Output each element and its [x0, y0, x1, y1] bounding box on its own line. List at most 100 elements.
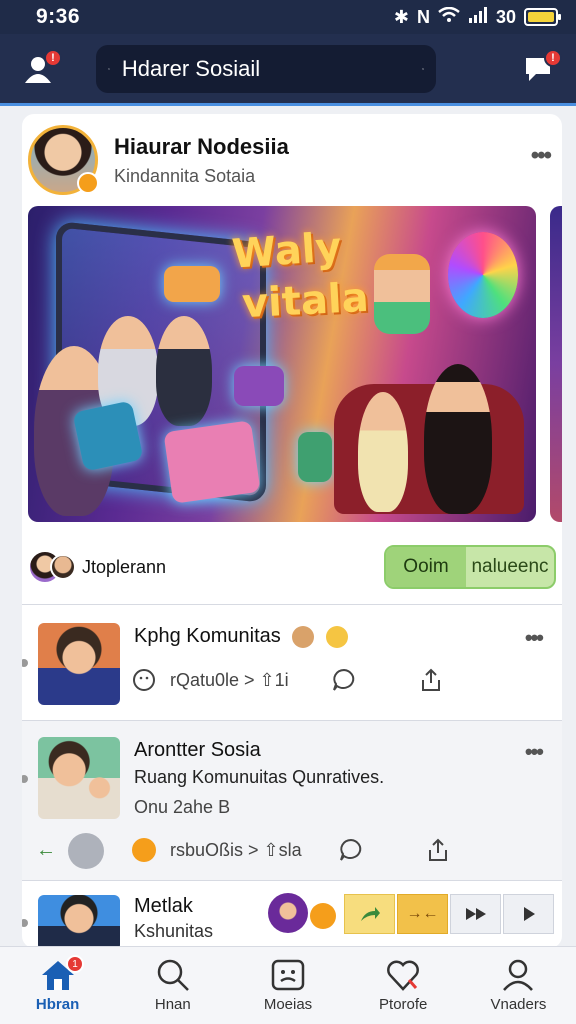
- chat-badge: !: [544, 48, 562, 67]
- item-subtitle: Ruang Komunuitas Qunratives.: [134, 767, 385, 787]
- play-button[interactable]: [503, 894, 554, 934]
- more-options-icon[interactable]: •••: [531, 142, 552, 170]
- network-label: 30: [495, 6, 516, 27]
- search-icon: [108, 67, 110, 70]
- author-avatar[interactable]: [28, 125, 99, 195]
- battery-icon: [524, 8, 561, 26]
- smiley-emoji-icon: [325, 625, 348, 648]
- list-bullet: [22, 919, 28, 927]
- hero-person: [358, 392, 408, 512]
- media-controls: →←: [344, 894, 554, 934]
- author-name[interactable]: Hiaurar Nodesiia: [114, 134, 289, 160]
- hero-title-line2: vitala: [240, 274, 370, 328]
- item-meta: rQatu0le > ⇧1i: [170, 669, 289, 690]
- app-tile: [234, 366, 284, 406]
- item-actions: rQatu0le > ⇧1i: [132, 667, 552, 693]
- notification-badge: !: [44, 48, 62, 67]
- app-tile: [164, 266, 220, 302]
- search-icon: [157, 959, 189, 991]
- play-icon: [523, 907, 535, 921]
- forward-arrow-icon: [360, 907, 380, 921]
- participants-label: Jtoplerann: [82, 556, 167, 577]
- author-subtitle: Kindannita Sotaia: [114, 165, 256, 186]
- bluetooth-icon: ✱: [393, 6, 409, 27]
- status-bar: 9:36 ✱ N 30: [0, 0, 576, 34]
- share-forward-button[interactable]: [344, 894, 395, 934]
- split-icon: →←: [406, 905, 439, 922]
- item-thumbnail[interactable]: [38, 895, 120, 948]
- more-options-icon[interactable]: •••: [525, 625, 544, 651]
- status-icons: ✱ N 30: [393, 6, 561, 28]
- signal-icon: [468, 6, 488, 28]
- hero-person: [156, 316, 212, 426]
- home-badge: 1: [66, 955, 84, 973]
- hero-balloon: [448, 232, 518, 318]
- join-button[interactable]: Ooim nalueenc: [384, 545, 556, 589]
- media-icon: [271, 959, 305, 991]
- fast-forward-icon: [465, 908, 486, 920]
- status-time: 9:36: [36, 5, 81, 28]
- wifi-icon: [438, 6, 460, 28]
- more-options-icon[interactable]: •••: [525, 739, 544, 765]
- feed-card: Hiaurar Nodesiia Kindannita Sotaia ••• W…: [22, 114, 562, 948]
- comment-icon[interactable]: [331, 667, 357, 693]
- hero-title-line1: Waly: [230, 224, 343, 278]
- participant-avatar: [50, 554, 76, 580]
- item-title[interactable]: Arontter Sosia: [134, 739, 261, 762]
- smiley-icon[interactable]: [132, 668, 156, 692]
- list-item[interactable]: Kphg Komunitas ••• rQatu0le > ⇧1i: [22, 604, 562, 720]
- comment-icon[interactable]: [338, 837, 364, 863]
- online-indicator: [77, 172, 99, 194]
- hero-avatar-card: [374, 254, 430, 334]
- post-header: Hiaurar Nodesiia Kindannita Sotaia •••: [28, 120, 556, 200]
- nav-label: Ptorofe: [379, 996, 428, 1013]
- user-avatar[interactable]: [268, 893, 308, 933]
- share-icon[interactable]: [426, 837, 450, 863]
- next-slide-preview[interactable]: [550, 206, 562, 522]
- item-title[interactable]: Kphg Komunitas: [134, 625, 348, 648]
- share-icon[interactable]: [419, 667, 443, 693]
- list-item[interactable]: Arontter Sosia ••• Ruang Komunuitas Qunr…: [22, 720, 562, 880]
- profile-icon: [503, 959, 534, 991]
- nav-label: Hnan: [154, 996, 191, 1013]
- item-actions: rsbuOßis > ⇧sla: [132, 837, 552, 863]
- nav-profile[interactable]: Vnaders: [461, 947, 576, 1024]
- nav-label: Vnaders: [490, 996, 547, 1013]
- nav-media[interactable]: Moeias: [230, 947, 345, 1024]
- fast-forward-button[interactable]: [450, 894, 501, 934]
- item-time: Onu 2ahe Β: [134, 797, 231, 817]
- search-submit-icon[interactable]: [422, 55, 424, 83]
- reaction-icon[interactable]: [132, 838, 156, 862]
- search-bar[interactable]: [96, 44, 436, 93]
- join-button-primary[interactable]: Ooim: [386, 547, 466, 587]
- heart-icon: [387, 960, 420, 991]
- item-thumbnail[interactable]: [38, 623, 120, 705]
- list-bullet: [22, 775, 28, 783]
- nav-home[interactable]: 1 Hbran: [0, 947, 115, 1024]
- top-header: ! !: [0, 34, 576, 106]
- nav-label: Hbran: [35, 996, 80, 1013]
- user-avatar[interactable]: [68, 833, 104, 869]
- split-button[interactable]: →←: [397, 894, 448, 934]
- app-tile: [163, 420, 261, 504]
- item-title[interactable]: Metlak: [134, 895, 193, 918]
- back-arrow-icon[interactable]: ←: [36, 839, 56, 862]
- item-subtitle: Kshunitas: [134, 921, 214, 941]
- app-tile: [298, 432, 332, 482]
- chat-button[interactable]: !: [518, 48, 562, 89]
- item-thumbnail[interactable]: [38, 737, 120, 819]
- cookie-emoji-icon: [292, 625, 315, 648]
- reaction-icon[interactable]: [310, 903, 336, 929]
- profile-button[interactable]: !: [18, 48, 62, 89]
- list-bullet: [22, 659, 28, 667]
- nav-label: Moeias: [263, 996, 313, 1013]
- hero-person: [424, 364, 492, 514]
- join-button-secondary[interactable]: nalueenc: [466, 547, 554, 587]
- nav-search[interactable]: Hnan: [115, 947, 230, 1024]
- hero-image[interactable]: Waly vitala: [28, 206, 536, 522]
- participants-row: Jtoplerann Ooim nalueenc: [28, 544, 556, 590]
- nfc-icon: N: [416, 6, 430, 27]
- app-tile: [72, 400, 144, 472]
- nav-favorites[interactable]: Ptorofe: [346, 947, 461, 1024]
- search-input[interactable]: [121, 55, 410, 82]
